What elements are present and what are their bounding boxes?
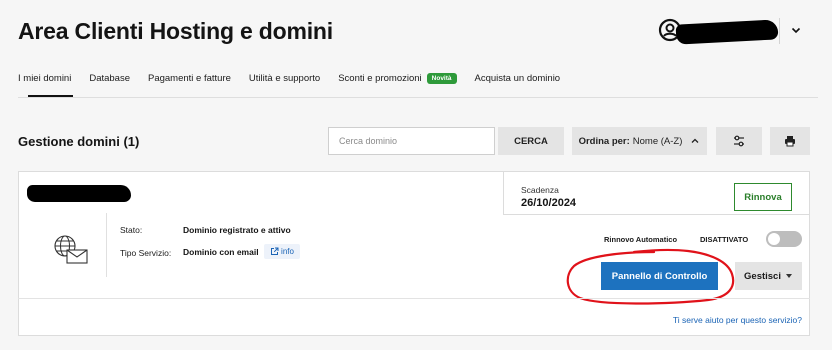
info-label: info bbox=[281, 247, 294, 256]
renew-button[interactable]: Rinnova bbox=[734, 183, 792, 211]
auto-renew-status: DISATTIVATO bbox=[700, 235, 749, 244]
filter-sliders-icon bbox=[734, 135, 744, 147]
tabs-divider bbox=[18, 97, 818, 98]
tab-acquista[interactable]: Acquista un dominio bbox=[475, 73, 561, 84]
tab-label: Sconti e promozioni bbox=[338, 73, 422, 84]
user-menu-divider bbox=[779, 18, 780, 44]
tab-label: I miei domini bbox=[18, 73, 72, 84]
domain-email-icon bbox=[54, 235, 88, 264]
auto-renew-toggle[interactable] bbox=[766, 231, 802, 247]
tab-utilita[interactable]: Utilità e supporto bbox=[249, 73, 320, 84]
external-link-icon bbox=[271, 247, 279, 255]
help-link[interactable]: Ti serve aiuto per questo servizio? bbox=[673, 315, 802, 325]
print-button[interactable] bbox=[770, 127, 810, 155]
chevron-up-icon bbox=[691, 138, 699, 143]
card-divider bbox=[106, 213, 107, 277]
status-label: Stato: bbox=[120, 225, 143, 235]
expiry-label: Scadenza bbox=[521, 185, 559, 195]
filter-button[interactable] bbox=[716, 127, 762, 155]
tab-label: Database bbox=[89, 73, 130, 84]
caret-down-icon bbox=[785, 274, 792, 278]
expiry-date: 26/10/2024 bbox=[521, 197, 577, 209]
sort-value: Nome (A-Z) bbox=[632, 135, 683, 147]
card-footer-divider bbox=[18, 298, 810, 299]
redacted-username bbox=[675, 19, 779, 45]
printer-icon bbox=[785, 136, 795, 147]
redacted-domain-name bbox=[27, 185, 131, 202]
main-tabs: I miei domini Database Pagamenti e fattu… bbox=[18, 73, 578, 97]
tab-pagamenti[interactable]: Pagamenti e fatture bbox=[148, 73, 231, 84]
tab-label: Acquista un dominio bbox=[474, 73, 561, 84]
search-button[interactable]: CERCA bbox=[498, 127, 564, 155]
tab-sconti[interactable]: Sconti e promozioni Novità bbox=[338, 73, 457, 84]
tab-label: Utilità e supporto bbox=[248, 73, 321, 84]
tab-label: Pagamenti e fatture bbox=[148, 73, 231, 84]
page-title: Area Clienti Hosting e domini bbox=[18, 18, 333, 44]
manage-button[interactable]: Gestisci bbox=[735, 262, 802, 290]
service-type-value: Dominio con email bbox=[183, 247, 259, 257]
domains-heading: Gestione domini (1) bbox=[18, 134, 140, 149]
chevron-down-icon[interactable] bbox=[788, 22, 804, 38]
control-panel-button[interactable]: Pannello di Controllo bbox=[601, 262, 718, 290]
manage-label: Gestisci bbox=[744, 270, 781, 282]
sort-prefix: Ordina per: bbox=[578, 135, 630, 147]
status-value: Dominio registrato e attivo bbox=[183, 225, 291, 235]
service-type-label: Tipo Servizio: bbox=[120, 248, 172, 258]
new-badge: Novità bbox=[426, 73, 457, 84]
sort-dropdown[interactable]: Ordina per: Nome (A-Z) bbox=[572, 127, 707, 155]
tab-miei-domini[interactable]: I miei domini bbox=[18, 73, 74, 97]
auto-renew-label: Rinnovo Automatico bbox=[604, 235, 678, 244]
search-domain-input[interactable] bbox=[328, 127, 495, 155]
tab-database[interactable]: Database bbox=[89, 73, 130, 84]
toggle-knob bbox=[768, 233, 780, 245]
info-link[interactable]: info bbox=[264, 244, 300, 259]
